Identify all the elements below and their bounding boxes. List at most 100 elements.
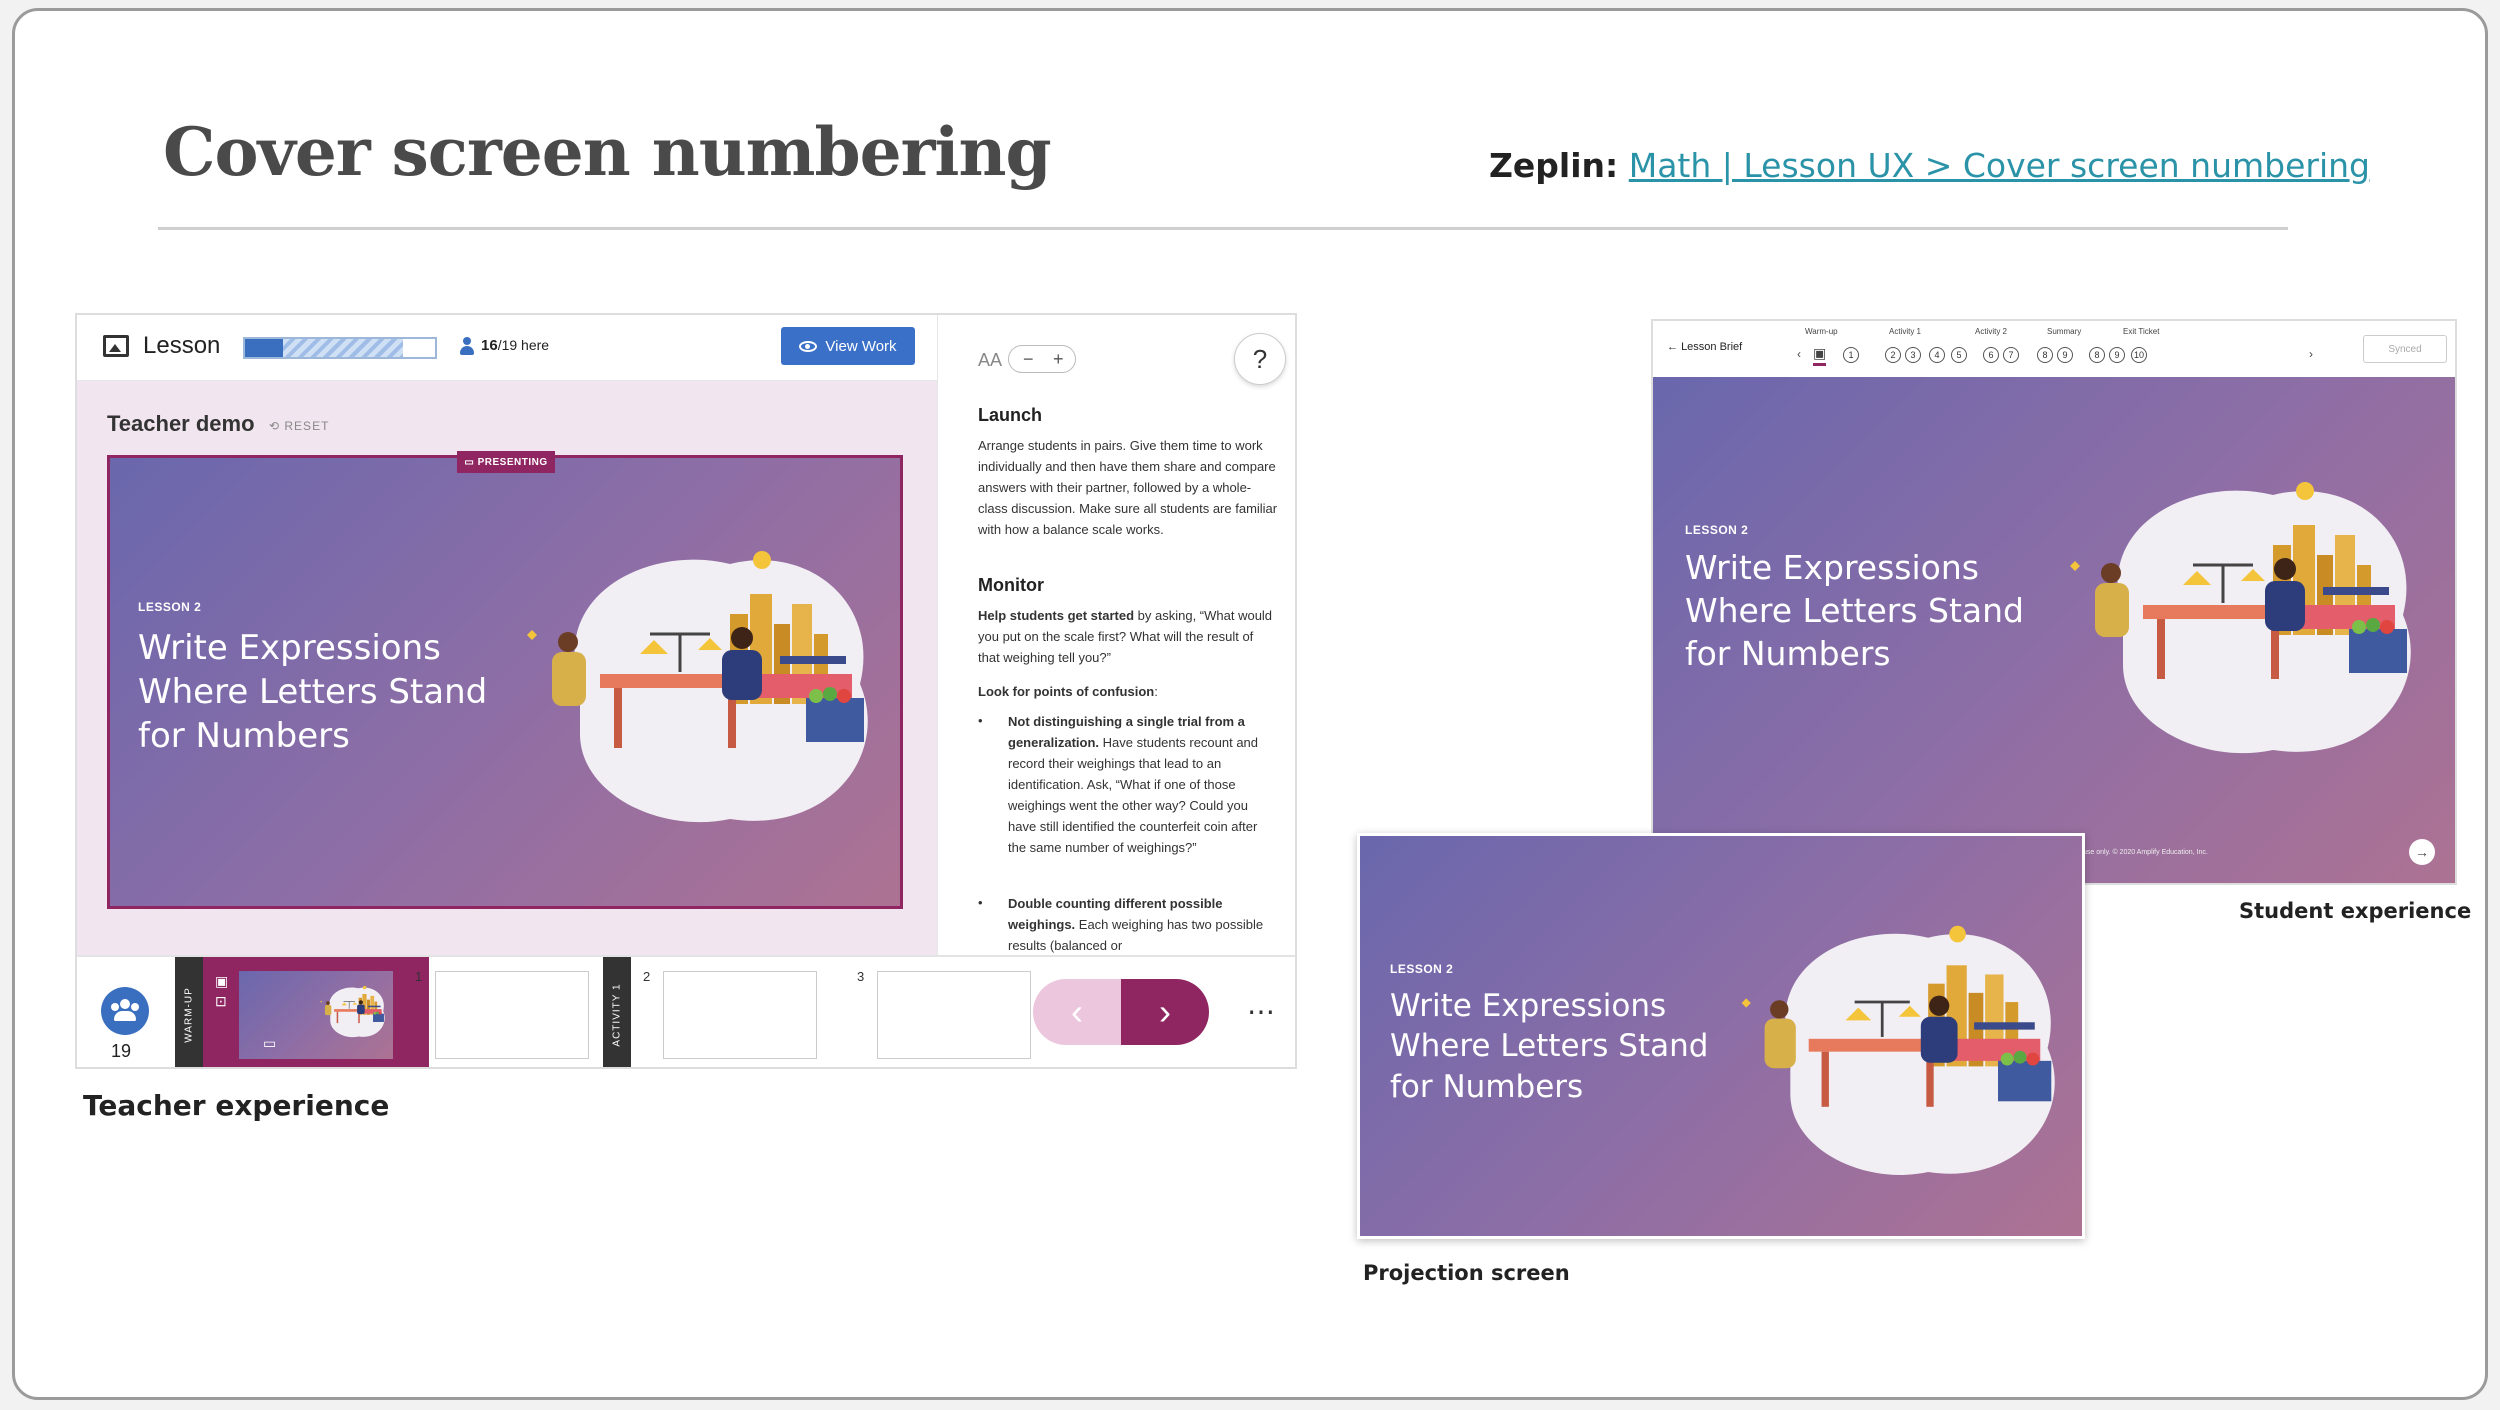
monitor-icon: ▭ xyxy=(263,1035,277,1051)
launch-text: Arrange students in pairs. Give them tim… xyxy=(978,438,1278,537)
student-topbar: ← Lesson Brief ‹ Warm-up Activity 1 Activi… xyxy=(1653,321,2455,377)
view-work-label: View Work xyxy=(825,337,897,355)
slide-title-line-2: Where Letters Stand xyxy=(138,672,488,713)
next-slide-button[interactable]: › xyxy=(1121,979,1209,1045)
student-app: ← Lesson Brief ‹ Warm-up Activity 1 Activi… xyxy=(1651,319,2457,885)
image-icon xyxy=(103,335,129,357)
step-button[interactable]: 8 xyxy=(2037,347,2053,363)
copyright-text: use only. © 2020 Amplify Education, Inc. xyxy=(2083,849,2208,856)
person-icon xyxy=(460,337,474,355)
market-illustration xyxy=(510,530,880,838)
next-arrow-button[interactable]: → xyxy=(2409,839,2435,865)
section-label: Activity 1 xyxy=(1889,327,1922,336)
thumbnail-number-2: 2 xyxy=(643,969,651,984)
synced-status: Synced xyxy=(2363,335,2447,363)
monitor-icon: ▭ xyxy=(464,456,478,468)
thumbnail-slide-2[interactable] xyxy=(663,971,817,1059)
thumbnail-number-1: 1 xyxy=(415,969,423,984)
students-total: /19 here xyxy=(497,337,550,353)
page-title: Cover screen numbering xyxy=(163,113,1052,191)
thumbnail-number-3: 3 xyxy=(857,969,865,984)
previous-slide-button[interactable]: ‹ xyxy=(1033,979,1121,1045)
text-larger-button[interactable]: + xyxy=(1053,349,1064,370)
thumbnail-slide-1[interactable] xyxy=(435,971,589,1059)
slide-filmstrip: 19 WARM-UP ▣ ⊡ ▭ 1 ACTIVITY 1 2 3 ‹ › ⋯ xyxy=(77,955,1295,1067)
view-work-button[interactable]: View Work xyxy=(781,327,915,365)
thumbnail-slide-3[interactable] xyxy=(877,971,1031,1059)
lock-icon: ⊡ xyxy=(215,993,227,1009)
slide-title-line-3: for Numbers xyxy=(1390,1068,1584,1105)
more-options-button[interactable]: ⋯ xyxy=(1247,995,1277,1028)
reset-button[interactable]: ⟲ RESET xyxy=(269,419,329,433)
step-button[interactable]: 1 xyxy=(1843,347,1859,363)
reset-icon: ⟲ xyxy=(269,419,285,433)
lesson-label: Lesson xyxy=(143,332,221,359)
group-icon-left xyxy=(111,1003,119,1011)
step-button[interactable]: 5 xyxy=(1951,347,1967,363)
thumbnail-cover-active[interactable]: ▣ ⊡ ▭ xyxy=(203,957,429,1067)
confusion-lead: Look for points of confusion xyxy=(978,684,1155,699)
section-label: Summary xyxy=(2047,327,2082,336)
slide-title-line-3: for Numbers xyxy=(1685,633,1891,673)
help-button[interactable]: ? xyxy=(1234,333,1286,385)
group-icon-right xyxy=(131,1003,139,1011)
step-button[interactable]: 6 xyxy=(1983,347,1999,363)
step-button[interactable]: 9 xyxy=(2057,347,2073,363)
progress-seen xyxy=(283,339,403,357)
student-cover-slide: LESSON 2 Write Expressions Where Letters… xyxy=(1653,377,2455,883)
slide-kicker: LESSON 2 xyxy=(1685,523,1749,537)
slide-navigation: ‹ › xyxy=(1033,979,1209,1045)
slide-page: Cover screen numbering Zeplin: Math | Le… xyxy=(12,8,2488,1400)
step-button[interactable]: 8 xyxy=(2089,347,2105,363)
slide-title-line-1: Write Expressions xyxy=(1390,988,1667,1024)
section-label: Exit Ticket xyxy=(2123,327,2160,336)
teacher-cover-slide: LESSON 2 Write Expressions Where Letters… xyxy=(107,455,903,909)
teacher-app: Lesson 16/19 here View Work Teacher demo… xyxy=(75,313,1297,1069)
lesson-brief-link[interactable]: ← Lesson Brief xyxy=(1667,341,1742,353)
slide-title-line-1: Write Expressions xyxy=(138,628,441,668)
cover-step-icon[interactable]: ▣ xyxy=(1813,345,1827,366)
section-activity-1-label: ACTIVITY 1 xyxy=(611,983,623,1047)
confusion-label: Look for points of confusion: xyxy=(978,681,1278,702)
group-icon xyxy=(120,999,130,1009)
step-button[interactable]: 2 xyxy=(1885,347,1901,363)
slide-title-line-2: Where Letters Stand xyxy=(1685,590,2024,630)
text-smaller-button[interactable]: − xyxy=(1023,349,1034,370)
eye-icon xyxy=(799,340,818,352)
teacher-topbar: Lesson 16/19 here View Work xyxy=(77,315,937,381)
monitor-heading: Monitor xyxy=(978,575,1044,595)
zeplin-reference: Zeplin: Math | Lesson UX > Cover screen … xyxy=(1489,146,2370,185)
slide-kicker: LESSON 2 xyxy=(138,600,202,614)
zeplin-link[interactable]: Math | Lesson UX > Cover screen numberin… xyxy=(1629,146,2370,185)
step-button[interactable]: 7 xyxy=(2003,347,2019,363)
slide-kicker: LESSON 2 xyxy=(1390,962,1454,976)
step-button[interactable]: 10 xyxy=(2131,347,2147,363)
market-illustration xyxy=(2053,465,2423,765)
chevron-left-icon[interactable]: ‹ xyxy=(1797,347,1801,361)
teacher-demo-label: Teacher demo xyxy=(107,411,255,436)
step-button[interactable]: 4 xyxy=(1929,347,1945,363)
launch-heading: Launch xyxy=(978,405,1043,425)
section-warm-up: WARM-UP xyxy=(175,957,203,1067)
confusion-bullet-2: Double counting different possible weigh… xyxy=(1008,893,1270,955)
student-caption: Student experience xyxy=(2239,899,2472,923)
image-icon: ▣ xyxy=(215,973,229,989)
help-lead: Help students get started xyxy=(978,608,1135,623)
title-divider xyxy=(158,227,2288,230)
chevron-right-icon[interactable]: › xyxy=(2309,347,2313,361)
slide-title-line-2: Where Letters Stand xyxy=(1390,1028,1709,1065)
students-present-count: 16 xyxy=(481,337,498,354)
section-label: Warm-up xyxy=(1805,327,1838,336)
students-button[interactable] xyxy=(101,987,149,1035)
progress-fill xyxy=(245,339,283,357)
teacher-caption: Teacher experience xyxy=(83,1089,390,1122)
slide-title: Write Expressions Where Letters Stand fo… xyxy=(1685,547,2045,676)
text-size-icon: AA xyxy=(978,350,1003,370)
step-button[interactable]: 9 xyxy=(2109,347,2125,363)
text-size-control: − + xyxy=(1008,345,1076,373)
slide-title-line-3: for Numbers xyxy=(138,716,350,757)
section-warm-up-label: WARM-UP xyxy=(183,987,195,1043)
confusion-colon: : xyxy=(1154,684,1158,699)
step-button[interactable]: 3 xyxy=(1905,347,1921,363)
bullet-1-text: Have students recount and record their w… xyxy=(1008,735,1259,855)
